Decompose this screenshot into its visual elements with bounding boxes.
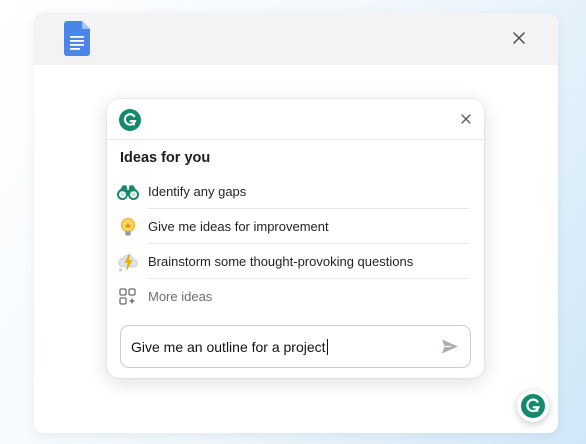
panel-title: Ideas for you — [120, 150, 211, 166]
window-header — [34, 13, 558, 65]
idea-brainstorm[interactable]: Brainstorm some thought-provoking questi… — [115, 244, 469, 279]
lightning-cloud-icon — [118, 253, 138, 272]
idea-label: More ideas — [148, 289, 213, 304]
panel-header — [107, 99, 484, 140]
google-docs-icon[interactable] — [64, 21, 90, 56]
lightbulb-icon — [121, 218, 135, 236]
idea-more[interactable]: More ideas — [115, 279, 469, 314]
idea-label: Brainstorm some thought-provoking questi… — [148, 254, 414, 269]
grammarly-logo-icon — [521, 394, 545, 418]
grammarly-logo-icon — [119, 109, 141, 131]
panel-close-icon[interactable] — [461, 114, 471, 124]
prompt-input-value[interactable]: Give me an outline for a project — [131, 339, 328, 355]
ideas-list: Identify any gaps Give me ideas for impr… — [115, 174, 469, 314]
grid-sparkle-icon — [119, 288, 136, 305]
window-close-icon[interactable] — [512, 31, 526, 45]
text-caret — [326, 339, 328, 355]
grammarly-floating-button[interactable] — [517, 390, 549, 422]
grammarly-ideas-panel: Ideas for you Identify any gaps Give me … — [107, 99, 484, 378]
idea-identify-gaps[interactable]: Identify any gaps — [115, 174, 469, 209]
prompt-input[interactable]: Give me an outline for a project — [120, 325, 471, 368]
idea-improvement[interactable]: Give me ideas for improvement — [115, 209, 469, 244]
idea-label: Identify any gaps — [148, 184, 247, 199]
idea-label: Give me ideas for improvement — [148, 219, 329, 234]
binoculars-icon — [117, 185, 139, 200]
send-icon[interactable] — [441, 338, 459, 355]
